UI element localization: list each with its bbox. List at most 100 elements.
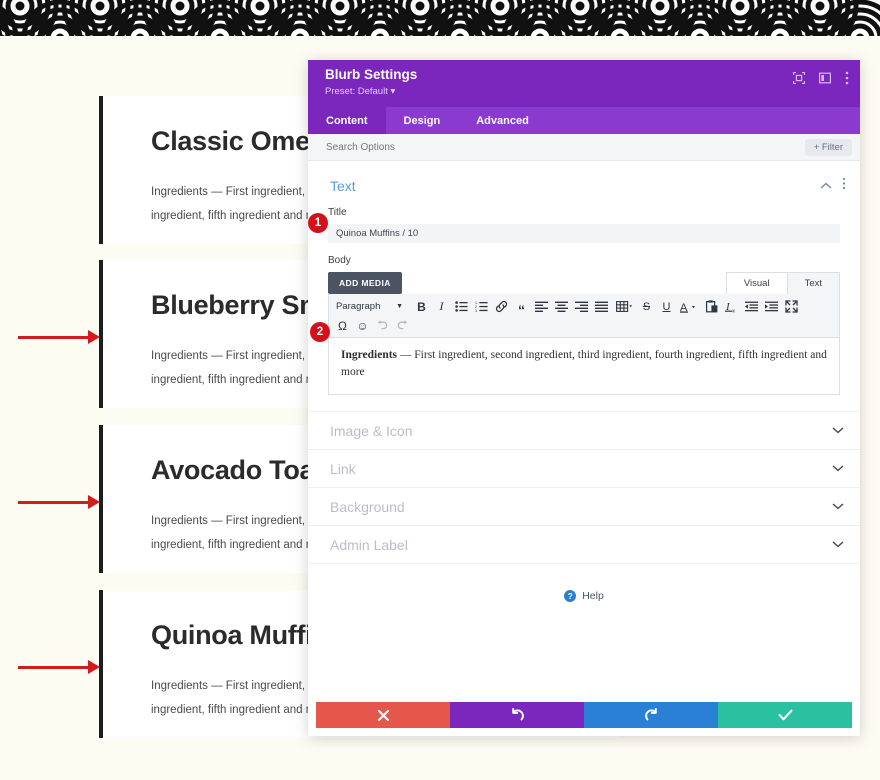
screenshot-root: Classic Omelet Ingredients — First ingre…	[0, 0, 880, 780]
section-label: Image & Icon	[330, 422, 413, 439]
help-link[interactable]: ? Help	[308, 590, 860, 603]
recipe-body-line-2: ingredient, fifth ingredient and more	[151, 373, 332, 386]
align-right-icon[interactable]	[573, 298, 590, 315]
bulleted-list-icon[interactable]	[453, 298, 470, 315]
more-vertical-icon[interactable]	[845, 71, 849, 85]
tab-visual[interactable]: Visual	[725, 272, 788, 294]
format-select-value: Paragraph	[336, 301, 381, 312]
section-label: Background	[330, 498, 405, 515]
save-button[interactable]	[718, 702, 852, 728]
body-editor-rest: — First ingredient, second ingredient, t…	[341, 349, 827, 378]
tab-advanced[interactable]: Advanced	[458, 107, 547, 134]
link-icon[interactable]	[493, 298, 510, 315]
chevron-down-icon: ▼	[396, 303, 403, 310]
more-vertical-icon[interactable]	[842, 177, 846, 195]
arrow-head	[88, 660, 100, 674]
tab-content[interactable]: Content	[308, 107, 386, 134]
tab-design[interactable]: Design	[386, 107, 459, 134]
chevron-up-icon[interactable]	[820, 177, 832, 195]
text-section: Text Title Quinoa Muffins / 10 Body ADD …	[308, 161, 860, 396]
align-left-icon[interactable]	[533, 298, 550, 315]
collapsed-sections: Image & Icon Link Background Admin Label	[308, 411, 860, 565]
recipe-body-line-2: ingredient, fifth ingredient and more	[151, 703, 332, 716]
text-section-controls	[820, 177, 846, 195]
add-media-button[interactable]: ADD MEDIA	[328, 272, 402, 294]
text-section-header[interactable]: Text	[308, 175, 860, 197]
italic-icon[interactable]: I	[433, 298, 450, 315]
toolbar-row-2: Ω ☺	[334, 317, 834, 334]
arrow-head	[88, 330, 100, 344]
redo-button[interactable]	[584, 702, 718, 728]
numbered-list-icon[interactable]: 123	[473, 298, 490, 315]
chevron-down-icon	[832, 501, 844, 513]
settings-scroll-area[interactable]: Text Title Quinoa Muffins / 10 Body ADD …	[308, 161, 860, 702]
modal-preset-selector[interactable]: Preset: Default ▾	[325, 86, 846, 97]
text-color-icon[interactable]: A	[678, 298, 700, 315]
indent-icon[interactable]	[763, 298, 780, 315]
arrow-shaft	[18, 666, 92, 669]
svg-text:A: A	[680, 302, 688, 313]
modal-title: Blurb Settings	[325, 67, 418, 82]
section-link[interactable]: Link	[308, 450, 860, 489]
body-field-group: Body ADD MEDIA Visual Text Paragraph ▼ B…	[308, 255, 860, 396]
section-image-and-icon[interactable]: Image & Icon	[308, 412, 860, 451]
arrow-shaft	[18, 336, 92, 339]
annotation-arrow	[18, 660, 104, 674]
editor-toolbar: Paragraph ▼ B I 123 “ S U A I x Ω ☺	[328, 294, 840, 338]
strikethrough-icon[interactable]: S	[638, 298, 655, 315]
tab-text[interactable]: Text	[787, 272, 840, 294]
recipe-body-line-2: ingredient, fifth ingredient and more	[151, 209, 332, 222]
underline-icon[interactable]: U	[658, 298, 675, 315]
annotation-badge-1: 1	[308, 213, 328, 233]
filter-button[interactable]: + Filter	[804, 138, 852, 156]
table-icon[interactable]	[613, 298, 635, 315]
clear-formatting-icon[interactable]: Ix	[723, 298, 740, 315]
section-label: Link	[330, 460, 356, 477]
format-select[interactable]: Paragraph ▼	[334, 299, 406, 315]
editor-topbar: ADD MEDIA Visual Text	[328, 272, 840, 294]
title-field-group: Title	[308, 197, 860, 243]
special-character-icon[interactable]: Ω	[334, 317, 351, 334]
paste-as-text-icon[interactable]	[703, 298, 720, 315]
section-admin-label[interactable]: Admin Label	[308, 526, 860, 565]
undo-button[interactable]	[450, 702, 584, 728]
section-background[interactable]: Background	[308, 488, 860, 527]
seigaiha-wave-pattern	[0, 0, 880, 38]
svg-text:3: 3	[475, 309, 477, 312]
blockquote-icon[interactable]: “	[513, 298, 530, 317]
body-label: Body	[328, 255, 351, 266]
outdent-icon[interactable]	[743, 298, 760, 315]
modal-tabs: Content Design Advanced	[308, 107, 860, 134]
body-editor-bold-lead: Ingredients	[341, 349, 398, 361]
title-label: Title	[328, 207, 347, 218]
body-editor-paragraph: Ingredients — First ingredient, second i…	[341, 347, 827, 380]
body-editor[interactable]: Ingredients — First ingredient, second i…	[328, 338, 840, 396]
layout-panel-icon[interactable]	[819, 72, 831, 84]
recipe-body-line-2: ingredient, fifth ingredient and more	[151, 538, 332, 551]
undo-icon[interactable]	[374, 317, 391, 334]
question-mark-icon: ?	[564, 590, 577, 603]
arrow-head	[88, 495, 100, 509]
chevron-down-icon	[832, 463, 844, 475]
modal-header: Blurb Settings Preset: Default ▾	[308, 60, 860, 107]
text-section-title: Text	[330, 178, 356, 194]
annotation-arrow	[18, 330, 104, 344]
modal-action-bar	[316, 702, 852, 728]
annotation-badge-2: 2	[310, 322, 330, 342]
redo-icon[interactable]	[394, 317, 411, 334]
modal-header-icons	[793, 71, 849, 85]
section-label: Admin Label	[330, 536, 408, 553]
align-justify-icon[interactable]	[593, 298, 610, 315]
toolbar-row-1: Paragraph ▼ B I 123 “ S U A I x	[334, 298, 834, 317]
svg-text:x: x	[733, 308, 736, 313]
emoji-icon[interactable]: ☺	[354, 317, 371, 334]
arrow-shaft	[18, 501, 92, 504]
fullscreen-icon[interactable]	[793, 72, 805, 84]
title-input[interactable]	[328, 224, 840, 243]
search-input[interactable]	[326, 141, 805, 153]
bold-icon[interactable]: B	[413, 298, 430, 315]
cancel-button[interactable]	[316, 702, 450, 728]
align-center-icon[interactable]	[553, 298, 570, 315]
fullscreen-icon[interactable]	[783, 298, 800, 315]
help-label: Help	[582, 590, 604, 603]
